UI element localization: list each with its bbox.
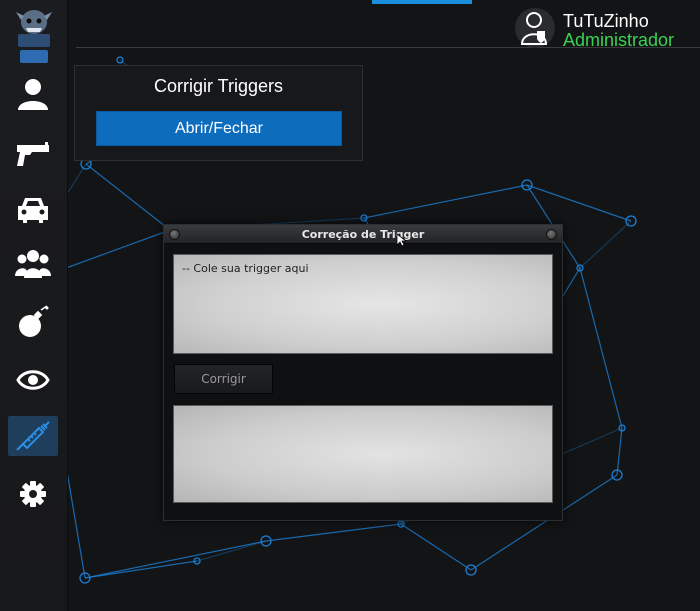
sidebar-item-visuals[interactable] [8, 360, 58, 400]
fix-button[interactable]: Corrigir [174, 364, 273, 394]
syringe-icon [16, 421, 50, 451]
sidebar-item-destruction[interactable] [8, 302, 58, 342]
network-line [579, 267, 623, 429]
app-window: TuTuZinho Administrador Corrigir Trigger… [0, 0, 700, 611]
sidebar-item-vehicles[interactable] [8, 189, 58, 229]
sidebar-item-player[interactable] [8, 74, 58, 114]
sidebar-item-players-online[interactable] [8, 243, 58, 283]
network-line [363, 184, 528, 219]
trigger-output[interactable] [173, 405, 553, 503]
toggle-dialog-button[interactable]: Abrir/Fechar [96, 111, 342, 146]
admin-user-icon [520, 12, 548, 45]
bomb-icon [19, 305, 49, 337]
user-name: TuTuZinho [563, 11, 649, 31]
user-role: Administrador [563, 30, 675, 50]
network-line [85, 163, 171, 231]
top-accent-bar [372, 0, 472, 4]
sidebar-item-weapons[interactable] [8, 133, 58, 173]
network-line [616, 427, 623, 476]
network-line [196, 540, 267, 562]
gear-icon [20, 481, 46, 507]
sidebar [0, 0, 68, 611]
network-line [400, 523, 472, 571]
shark-menu-logo [12, 6, 56, 68]
trigger-fix-dialog: Correção de Trigger -- Cole sua trigger … [163, 224, 563, 521]
network-line [265, 523, 402, 542]
pistol-icon [17, 142, 49, 166]
dialog-titlebar[interactable]: Correção de Trigger [164, 225, 562, 244]
trigger-input[interactable]: -- Cole sua trigger aqui [173, 254, 553, 354]
eye-icon [16, 370, 50, 390]
network-line [84, 560, 198, 579]
mouse-cursor-icon [396, 233, 406, 247]
user-avatar [515, 8, 555, 48]
group-icon [15, 250, 51, 278]
network-line [84, 540, 267, 579]
sidebar-item-triggers[interactable] [8, 416, 58, 456]
sidebar-item-settings[interactable] [8, 474, 58, 514]
user-icon [18, 79, 48, 110]
dialog-title: Correção de Trigger [301, 228, 425, 241]
network-line [526, 184, 632, 222]
car-icon [18, 198, 48, 223]
dialog-close-button[interactable] [546, 229, 557, 240]
network-line [579, 220, 632, 269]
triggers-card: Corrigir Triggers Abrir/Fechar [74, 65, 363, 161]
card-title: Corrigir Triggers [153, 76, 284, 96]
